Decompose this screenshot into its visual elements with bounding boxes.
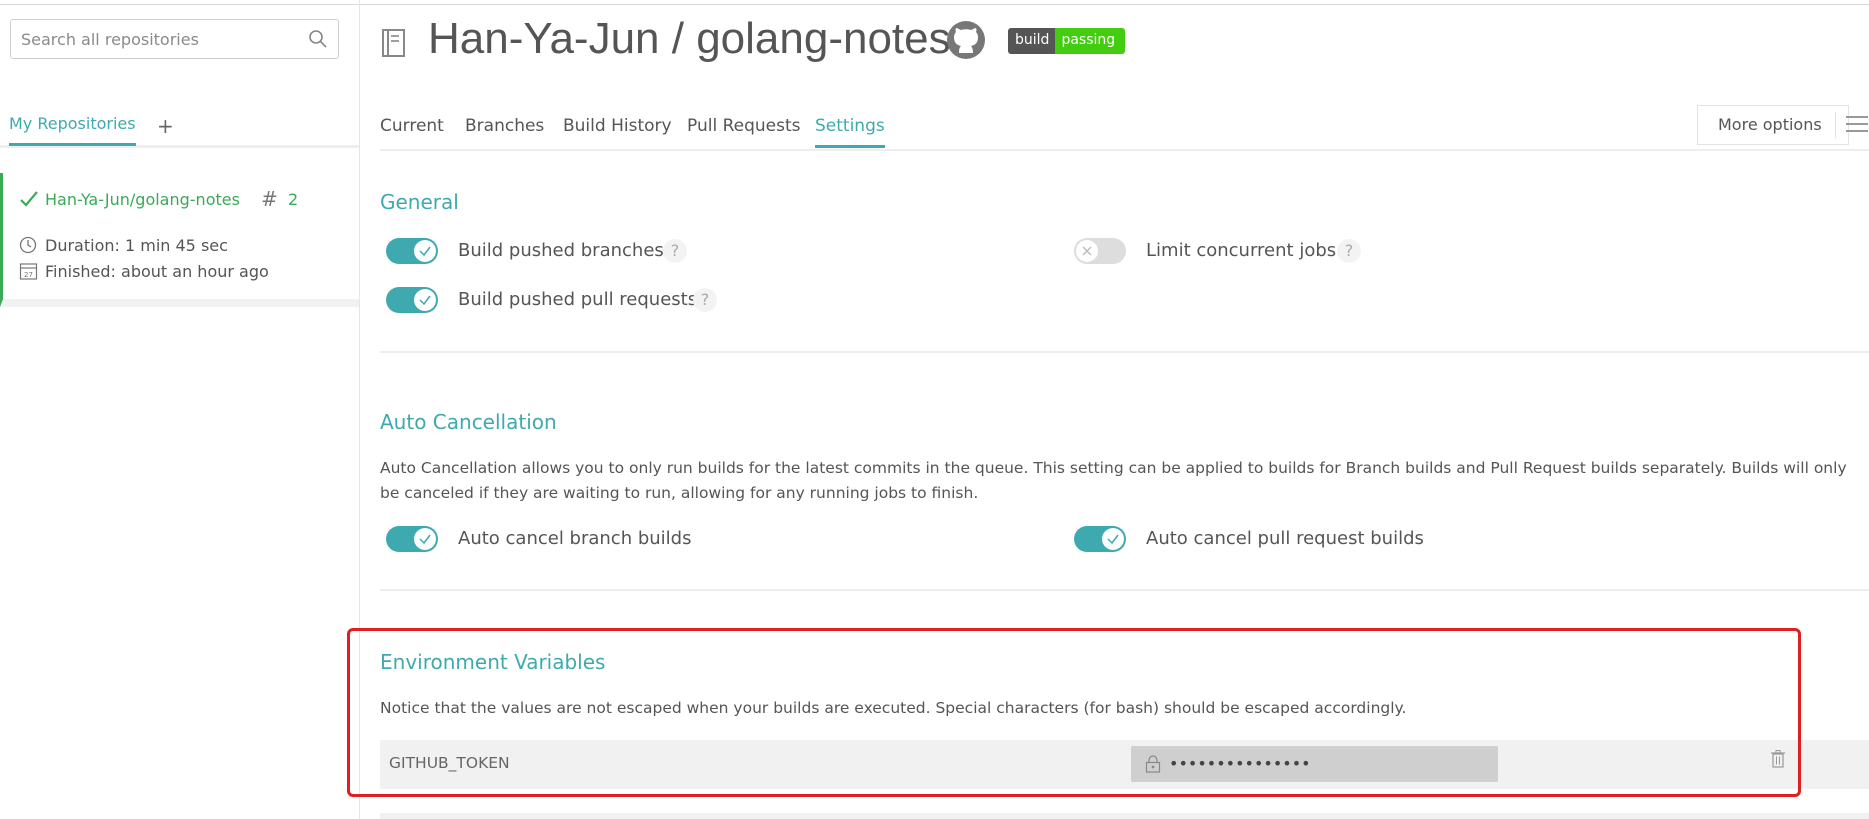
search-box[interactable]: [10, 19, 339, 59]
auto-cancellation-description: Auto Cancellation allows you to only run…: [380, 459, 1847, 502]
finished-row: 27 Finished: about an hour ago: [19, 262, 269, 281]
check-icon: [419, 534, 431, 545]
auto-cancel-pr-label: Auto cancel pull request builds: [1146, 528, 1424, 549]
check-icon: [20, 191, 38, 207]
auto-cancel-pr-toggle[interactable]: [1074, 526, 1126, 552]
env-var-value-field: •••••••••••••••: [1131, 746, 1498, 782]
sidebar-tabs: My Repositories +: [0, 110, 359, 148]
lock-icon: [1145, 755, 1161, 773]
divider: [380, 589, 1869, 591]
main-content: Han-Ya-Jun / golang-notes build passing …: [380, 0, 1869, 819]
badge-status: passing: [1055, 28, 1126, 54]
env-vars-title: Environment Variables: [380, 650, 606, 674]
build-pushed-branches-label: Build pushed branches: [458, 240, 664, 261]
github-icon[interactable]: [946, 20, 986, 60]
sidebar: My Repositories + Han-Ya-Jun/golang-note…: [0, 0, 360, 819]
svg-text:27: 27: [24, 271, 33, 279]
tab-build-history[interactable]: Build History: [563, 116, 672, 136]
repo-card[interactable]: Han-Ya-Jun/golang-notes # 2 Duration: 1 …: [0, 173, 359, 307]
build-status-badge[interactable]: build passing: [1008, 28, 1126, 54]
tab-pull-requests[interactable]: Pull Requests: [687, 116, 801, 136]
limit-concurrent-jobs-toggle[interactable]: [1074, 238, 1126, 264]
add-repository-button[interactable]: +: [157, 116, 174, 136]
build-pushed-prs-label: Build pushed pull requests: [458, 289, 698, 310]
auto-cancel-branch-label: Auto cancel branch builds: [458, 528, 692, 549]
env-vars-notice: Notice that the values are not escaped w…: [380, 699, 1407, 717]
calendar-icon: 27: [19, 263, 38, 280]
env-var-name: GITHUB_TOKEN: [389, 754, 510, 772]
build-number[interactable]: 2: [288, 190, 298, 209]
repo-book-icon: [382, 29, 405, 57]
divider: [380, 351, 1869, 353]
check-icon: [419, 295, 431, 306]
tab-settings[interactable]: Settings: [815, 116, 885, 148]
check-icon: [1107, 534, 1119, 545]
tab-branches[interactable]: Branches: [465, 116, 544, 136]
env-var-value: •••••••••••••••: [1169, 754, 1311, 773]
divider: [380, 813, 1869, 819]
hash-icon: #: [261, 187, 278, 211]
search-input[interactable]: [11, 20, 301, 58]
finished-text: Finished: about an hour ago: [45, 262, 269, 281]
help-icon[interactable]: ?: [693, 288, 717, 312]
repo-tabs: Current Branches Build History Pull Requ…: [380, 114, 1869, 151]
help-icon[interactable]: ?: [1337, 239, 1361, 263]
badge-label: build: [1008, 28, 1056, 54]
help-icon[interactable]: ?: [663, 239, 687, 263]
duration-row: Duration: 1 min 45 sec: [19, 236, 228, 255]
general-title: General: [380, 190, 459, 214]
menu-icon[interactable]: [1835, 112, 1869, 138]
build-pushed-prs-toggle[interactable]: [386, 287, 438, 313]
more-options-button[interactable]: More options: [1697, 105, 1849, 145]
build-pushed-branches-toggle[interactable]: [386, 238, 438, 264]
duration-text: Duration: 1 min 45 sec: [45, 236, 228, 255]
check-icon: [419, 246, 431, 257]
tab-my-repositories[interactable]: My Repositories: [9, 114, 136, 146]
trash-icon[interactable]: [1770, 749, 1786, 769]
env-var-row: GITHUB_TOKEN •••••••••••••••: [380, 740, 1869, 789]
more-options-label: More options: [1718, 115, 1822, 134]
repo-link[interactable]: Han-Ya-Jun/golang-notes: [45, 190, 240, 209]
limit-concurrent-jobs-label: Limit concurrent jobs: [1146, 240, 1337, 261]
x-icon: [1082, 246, 1092, 256]
search-icon[interactable]: [308, 29, 328, 49]
clock-icon: [19, 236, 37, 254]
auto-cancel-branch-toggle[interactable]: [386, 526, 438, 552]
page-title: Han-Ya-Jun / golang-notes: [428, 14, 951, 63]
tab-current[interactable]: Current: [380, 116, 444, 136]
auto-cancellation-title: Auto Cancellation: [380, 410, 557, 434]
